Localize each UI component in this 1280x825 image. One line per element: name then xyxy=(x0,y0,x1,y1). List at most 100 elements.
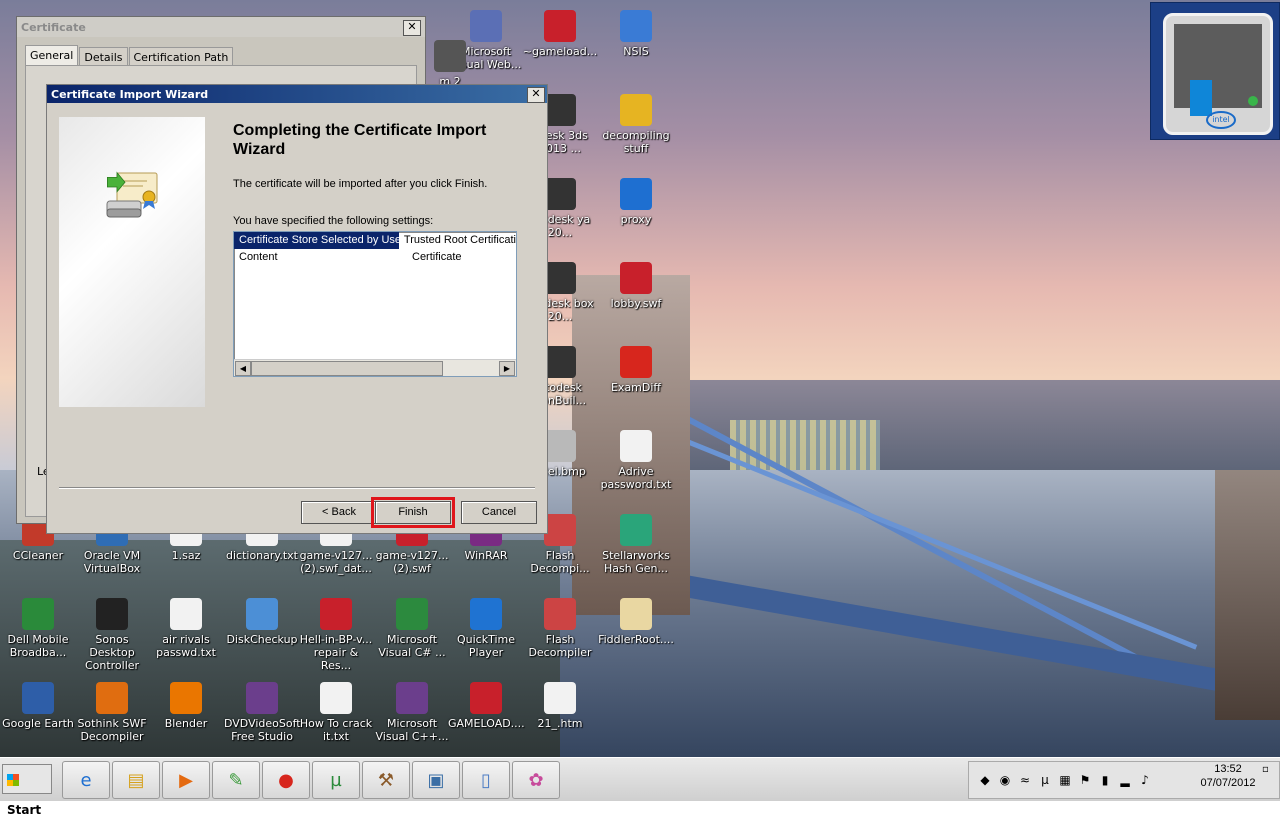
ie-icon xyxy=(620,178,652,210)
scroll-right-icon[interactable]: ▶ xyxy=(499,361,515,376)
wizard-close-button[interactable]: ✕ xyxy=(527,87,545,103)
certificate-title: Certificate xyxy=(21,20,86,34)
notepad-icon[interactable]: ✎ xyxy=(212,761,260,799)
desktop-icon[interactable]: air rivals passwd.txt xyxy=(148,598,224,659)
settings-list[interactable]: Certificate Store Selected by User Trust… xyxy=(233,231,517,377)
start-label: Start xyxy=(7,803,42,817)
desktop-icon-label: Microsoft Visual C# ... xyxy=(378,633,446,659)
desktop-icon[interactable]: QuickTime Player xyxy=(448,598,524,659)
horizontal-scrollbar[interactable]: ◀ ▶ xyxy=(234,359,516,376)
desktop-icon[interactable]: Sonos Desktop Controller xyxy=(74,598,150,672)
desktop-icon[interactable]: Stellarworks Hash Gen... xyxy=(598,514,674,575)
desktop-icon[interactable]: Google Earth xyxy=(0,682,76,730)
desktop-icon-label: Flash Decompiler xyxy=(528,633,592,659)
security-icon[interactable]: ◆ xyxy=(977,772,993,788)
desktop-icon[interactable]: Microsoft Visual C# ... xyxy=(374,598,450,659)
intel-status-dot xyxy=(1248,96,1258,106)
desktop-icon[interactable]: Hell-in-BP-v... repair & Res... xyxy=(298,598,374,672)
desktop-icon[interactable]: Flash Decompiler xyxy=(522,598,598,659)
desktop-icon[interactable]: Adrive password.txt xyxy=(598,430,674,491)
desktop-icon[interactable]: Dell Mobile Broadba... xyxy=(0,598,76,659)
wallpaper-bridge-tower xyxy=(1215,470,1280,720)
settings-row[interactable]: Certificate Store Selected by User Trust… xyxy=(234,232,516,249)
desktop-icon[interactable]: DVDVideoSoft Free Studio xyxy=(224,682,301,743)
volume-icon[interactable]: ♪ xyxy=(1137,772,1153,788)
desktop-icon[interactable]: Microsoft Visual C++... xyxy=(374,682,450,743)
finish-button[interactable]: Finish xyxy=(371,497,455,528)
desktop-icon[interactable]: 21_.htm xyxy=(522,682,598,730)
back-button[interactable]: < Back xyxy=(301,501,377,524)
tab-details[interactable]: Details xyxy=(79,47,128,67)
system-clock[interactable]: 13:52 07/07/2012 xyxy=(1196,762,1260,790)
desktop-icon[interactable]: decompiling stuff xyxy=(598,94,674,155)
intel-computer-graphic: intel xyxy=(1163,13,1273,135)
certificate-titlebar: Certificate xyxy=(17,17,425,37)
certificate-tabs: General Details Certification Path xyxy=(25,45,234,67)
scrollbar-thumb[interactable] xyxy=(251,361,443,376)
desktop-icon-label: Flash Decompi... xyxy=(530,549,590,575)
utorrent-tray-icon[interactable]: µ xyxy=(1037,772,1053,788)
examdiff-icon[interactable]: ● xyxy=(262,761,310,799)
network-icon[interactable]: ◉ xyxy=(997,772,1013,788)
wizard-side-banner xyxy=(59,117,205,407)
desktop-icon-label: game-v127... (2).swf_dat... xyxy=(299,549,373,575)
wizard-title: Certificate Import Wizard xyxy=(51,87,209,101)
desktop-icon-label: 1.saz xyxy=(171,549,201,562)
desktop-icon-label: ExamDiff xyxy=(610,381,662,394)
text-file-icon xyxy=(620,430,652,462)
document-icon[interactable]: ▯ xyxy=(462,761,510,799)
signal-strength-icon[interactable]: ▂ xyxy=(1117,772,1133,788)
tab-general[interactable]: General xyxy=(25,45,79,67)
windows-live-icon[interactable]: ▦ xyxy=(1057,772,1073,788)
computer-icon[interactable]: ▣ xyxy=(412,761,460,799)
autodesk-mudbox-icon xyxy=(544,262,576,294)
desktop-icon-label: Sonos Desktop Controller xyxy=(84,633,140,672)
swf-icon xyxy=(320,598,352,630)
swf-icon xyxy=(620,262,652,294)
start-button[interactable]: Start xyxy=(2,764,52,817)
desktop-icon[interactable]: lobby.swf xyxy=(598,262,674,310)
tab-certification-path[interactable]: Certification Path xyxy=(128,47,234,67)
explorer-icon[interactable]: ▤ xyxy=(112,761,160,799)
intel-screen xyxy=(1174,24,1262,116)
desktop-icon[interactable]: ~gameload... xyxy=(522,10,598,58)
media-player-icon[interactable]: ▶ xyxy=(162,761,210,799)
ie-icon[interactable]: e xyxy=(62,761,110,799)
desktop-icon[interactable]: DiskCheckup xyxy=(224,598,300,646)
show-desktop-icon[interactable]: ▫ xyxy=(1262,764,1276,778)
paint-icon[interactable]: ✿ xyxy=(512,761,560,799)
wizard-separator xyxy=(59,487,535,489)
desktop-icon[interactable]: Sothink SWF Decompiler xyxy=(74,682,150,743)
tools-icon[interactable]: ⚒ xyxy=(362,761,410,799)
desktop-icon-label: FiddlerRoot.... xyxy=(598,633,674,646)
scroll-left-icon[interactable]: ◀ xyxy=(235,361,251,376)
flash-decompiler-icon xyxy=(544,514,576,546)
desktop-icon-label: DiskCheckup xyxy=(226,633,298,646)
desktop-icon-label: Hell-in-BP-v... repair & Res... xyxy=(299,633,373,672)
desktop-icon-label: How To crack it.txt xyxy=(299,717,373,743)
certificate-icon xyxy=(620,598,652,630)
desktop-icon[interactable]: proxy xyxy=(598,178,674,226)
intel-widget[interactable]: intel xyxy=(1150,2,1280,140)
settings-row[interactable]: Content Certificate xyxy=(234,249,516,266)
certificate-import-wizard[interactable]: Certificate Import Wizard ✕ Completing t… xyxy=(46,84,548,534)
certificate-close-button[interactable]: ✕ xyxy=(403,20,421,36)
sync-icon[interactable]: ≈ xyxy=(1017,772,1033,788)
intel-usage-bar xyxy=(1190,80,1212,116)
desktop-icon-label: Google Earth xyxy=(2,717,74,730)
vs-cpp-icon xyxy=(396,682,428,714)
wizard-heading: Completing the Certificate Import Wizard xyxy=(233,122,487,158)
diskcheckup-icon xyxy=(246,598,278,630)
desktop-icon[interactable]: ExamDiff xyxy=(598,346,674,394)
utorrent-icon[interactable]: µ xyxy=(312,761,360,799)
desktop-icon[interactable]: FiddlerRoot.... xyxy=(598,598,674,646)
desktop-icon-label: proxy xyxy=(620,213,652,226)
desktop-icon[interactable]: How To crack it.txt xyxy=(298,682,374,743)
desktop-icon[interactable]: NSIS xyxy=(598,10,674,58)
autodesk-maya-icon xyxy=(544,178,576,210)
power-icon[interactable]: ▮ xyxy=(1097,772,1113,788)
desktop-icon[interactable]: GAMELOAD.... xyxy=(448,682,525,730)
action-center-flag-icon[interactable]: ⚑ xyxy=(1077,772,1093,788)
desktop-icon[interactable]: Blender xyxy=(148,682,224,730)
cancel-button[interactable]: Cancel xyxy=(461,501,537,524)
